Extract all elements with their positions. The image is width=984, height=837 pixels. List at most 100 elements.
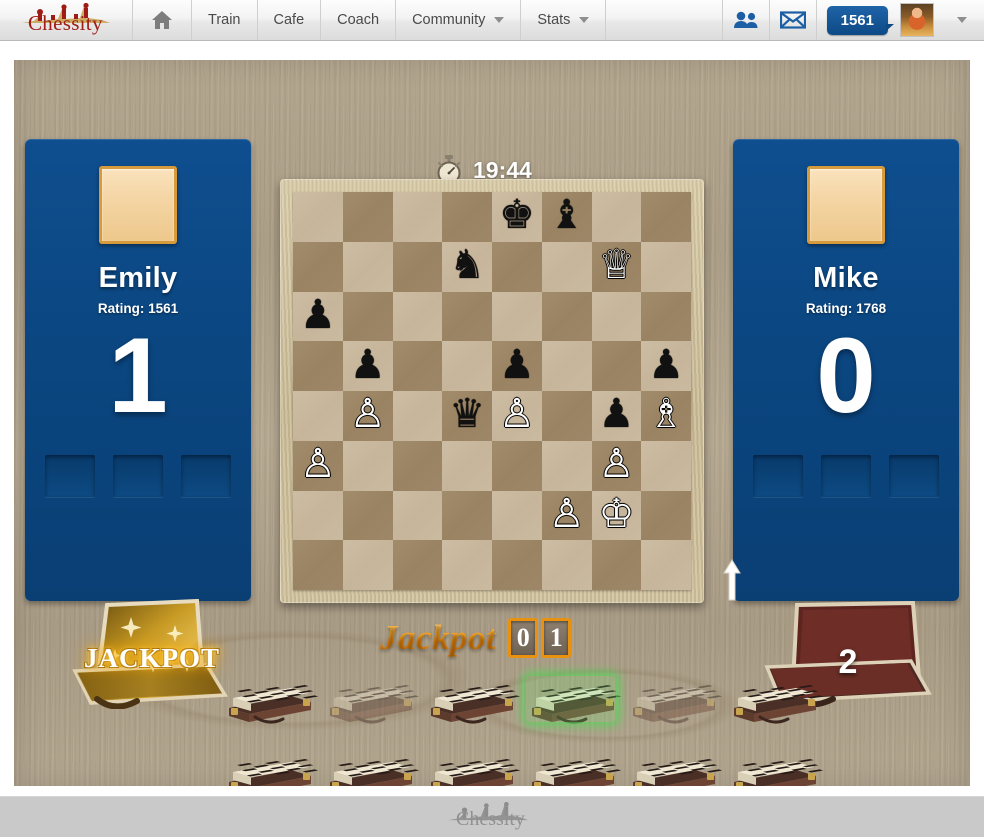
nav-home-button[interactable] [133,0,192,40]
briefcase-closed[interactable] [421,742,521,786]
chess-piece-bp[interactable]: ♟ [598,394,634,434]
board-square[interactable] [492,291,542,342]
board-square[interactable]: ♕ [591,241,642,292]
nav-item-coach[interactable]: Coach [321,0,397,40]
board-square[interactable] [293,391,343,441]
footer-logo[interactable]: Chessity [440,801,544,832]
chess-piece-wp[interactable]: ♙ [549,494,585,534]
board-square[interactable] [591,540,642,590]
board-square[interactable]: ♞ [442,241,492,292]
board-square[interactable] [293,490,343,541]
board-square[interactable] [342,540,393,590]
messages-button[interactable] [770,0,816,40]
board-square[interactable] [641,490,691,541]
chess-piece-wp[interactable]: ♙ [300,444,336,484]
board-square[interactable] [492,540,542,590]
board-square[interactable] [342,241,393,292]
board-square[interactable]: ♟ [591,391,642,441]
board-square[interactable]: ♛ [442,391,492,441]
chess-piece-bk[interactable]: ♚ [499,195,535,235]
board-square[interactable] [442,192,492,242]
briefcase-closed[interactable] [219,668,319,726]
board-square[interactable] [392,490,443,541]
chess-piece-bb[interactable]: ♝ [549,195,585,235]
briefcase-closed[interactable] [421,668,521,726]
board-square[interactable] [293,540,343,590]
chess-board[interactable]: ♚ ♝ ♞ ♕ ♟ ♟ ♟ ♟ ♙ ♛ ♙ ♟ ♗ ♙ ♙ ♙ ♔ [293,192,691,590]
board-square[interactable] [541,540,592,590]
board-square[interactable]: ♔ [591,490,642,541]
board-square[interactable] [541,341,592,391]
chess-piece-bn[interactable]: ♞ [449,245,485,285]
board-square[interactable] [392,241,443,292]
board-square[interactable] [442,490,492,541]
nav-item-train[interactable]: Train [192,0,258,40]
board-square[interactable] [641,440,691,491]
chess-piece-bp[interactable]: ♟ [648,345,684,385]
briefcase-closed[interactable] [724,742,824,786]
briefcase-selected[interactable] [522,668,622,726]
board-square[interactable] [342,490,393,541]
board-square[interactable] [492,490,542,541]
chess-piece-wp[interactable]: ♙ [598,444,634,484]
avatar[interactable] [900,3,934,37]
player-avatar[interactable] [807,166,885,244]
board-square[interactable] [293,341,343,391]
board-square[interactable] [392,540,443,590]
chess-piece-bp[interactable]: ♟ [350,345,386,385]
board-square[interactable] [541,241,592,292]
board-square[interactable]: ♟ [492,341,542,391]
chess-piece-bq[interactable]: ♛ [449,394,485,434]
board-square[interactable] [442,341,492,391]
board-square[interactable] [342,291,393,342]
briefcase-closed[interactable] [219,742,319,786]
chess-piece-bp[interactable]: ♟ [499,345,535,385]
board-square[interactable] [392,291,443,342]
board-square[interactable] [342,192,393,242]
board-square[interactable]: ♙ [541,490,592,541]
board-square[interactable] [442,291,492,342]
board-square[interactable] [591,192,642,242]
board-square[interactable] [442,540,492,590]
chess-piece-wp[interactable]: ♙ [350,394,386,434]
board-square[interactable] [342,440,393,491]
board-square[interactable] [442,440,492,491]
board-square[interactable]: ♟ [342,341,393,391]
board-square[interactable] [293,192,343,242]
nav-item-cafe[interactable]: Cafe [258,0,322,40]
board-square[interactable]: ♙ [293,440,343,491]
board-square[interactable] [641,540,691,590]
briefcase-closed[interactable] [724,668,824,726]
chess-piece-bp[interactable]: ♟ [300,295,336,335]
friends-button[interactable] [723,0,769,40]
board-square[interactable] [641,241,691,292]
board-square[interactable]: ♝ [541,192,592,242]
briefcase-closed[interactable] [320,742,420,786]
nav-item-community[interactable]: Community [396,0,522,40]
board-square[interactable] [392,341,443,391]
board-square[interactable] [641,291,691,342]
brand-logo[interactable]: Chessity [0,0,133,40]
board-square[interactable]: ♗ [641,391,691,441]
board-square[interactable] [541,440,592,491]
board-square[interactable] [492,440,542,491]
account-menu-button[interactable] [940,17,984,23]
board-square[interactable]: ♙ [492,391,542,441]
briefcase-closed[interactable] [623,742,723,786]
board-square[interactable] [392,192,443,242]
board-square[interactable] [591,291,642,342]
board-square[interactable] [293,241,343,292]
board-square[interactable] [492,241,542,292]
rating-badge[interactable]: 1561 [826,5,895,35]
chess-piece-wk[interactable]: ♔ [598,494,634,534]
board-square[interactable]: ♟ [641,341,691,391]
nav-item-stats[interactable]: Stats [521,0,607,40]
chess-piece-wp[interactable]: ♙ [499,394,535,434]
board-square[interactable] [392,440,443,491]
chess-piece-wb[interactable]: ♗ [648,394,684,434]
board-square[interactable] [641,192,691,242]
board-square[interactable] [541,291,592,342]
board-square[interactable]: ♚ [492,192,542,242]
board-square[interactable] [541,391,592,441]
chess-piece-wq[interactable]: ♕ [598,245,634,285]
